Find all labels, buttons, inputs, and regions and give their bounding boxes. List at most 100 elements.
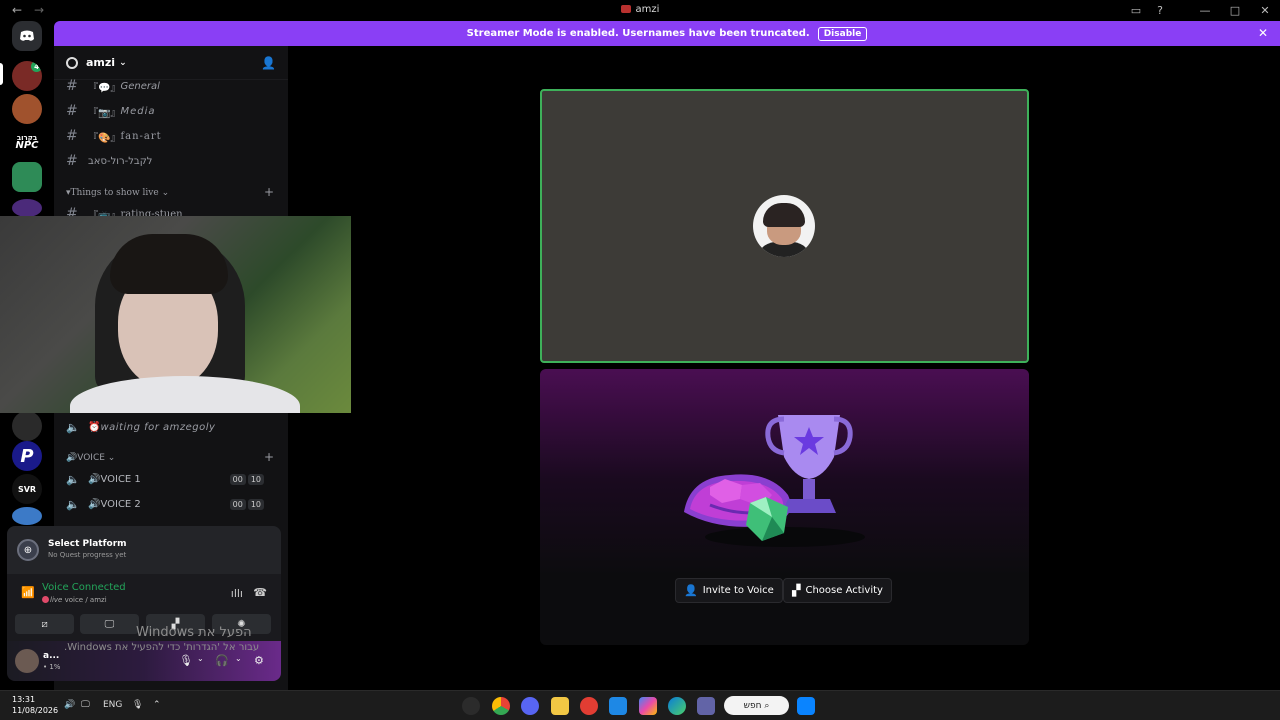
screen-share-button[interactable]: 🖵 <box>80 614 139 634</box>
hash-icon: # <box>66 128 78 144</box>
user-limit: 10 <box>247 473 264 485</box>
voice-channel-waiting[interactable]: 🔈 ⏰ waiting for amzegoly <box>66 418 215 436</box>
channel-item[interactable]: # 『📷』 Media <box>66 102 156 120</box>
participant-tile[interactable] <box>540 89 1029 363</box>
file-explorer-icon[interactable] <box>551 697 569 715</box>
quest-platform-icon: ⊕ <box>17 539 39 561</box>
server-icon-2[interactable] <box>12 94 42 124</box>
server-icon-game[interactable] <box>12 162 42 192</box>
help-icon[interactable]: ? <box>1148 0 1172 21</box>
category-label: Things to show live <box>70 188 159 198</box>
channel-item[interactable]: # 『🎨』 fan-art <box>66 127 162 145</box>
server-icon-svr[interactable]: SVR <box>12 474 42 504</box>
noise-suppression-icon[interactable]: ıllı <box>231 587 243 600</box>
channel-name: General <box>120 80 160 92</box>
voice-status[interactable]: Voice Connected <box>42 582 126 593</box>
webcam-overlay <box>0 216 351 413</box>
teams-icon[interactable] <box>697 697 715 715</box>
server-icon-9[interactable] <box>12 507 42 525</box>
close-banner-icon[interactable]: ✕ <box>1258 26 1268 40</box>
channel-name: waiting for amzegoly <box>100 421 216 433</box>
voice-channel-1[interactable]: 🔈 🔊 VOICE 1 00 10 <box>66 470 276 488</box>
headphones-icon[interactable]: 🎧 <box>215 654 229 667</box>
clock[interactable]: 13:31 11/08/2026 <box>12 694 58 716</box>
channel-item[interactable]: # לקבל-רול-סאב <box>66 152 152 170</box>
server-icon-6[interactable] <box>12 411 42 441</box>
choose-activity-button[interactable]: ▞ Choose Activity <box>783 578 892 603</box>
windows-start-icon[interactable] <box>797 697 815 715</box>
taskbar-search[interactable]: חפש ⌕ <box>724 696 789 715</box>
windows-taskbar: 13:31 11/08/2026 🔊 🖵 ENG 🎙 ⌃ חפש ⌕ <box>0 690 1280 720</box>
camera-toggle-button[interactable]: ⧄ <box>15 614 74 634</box>
user-status: • 1% <box>43 663 61 671</box>
streamer-mode-banner: Streamer Mode is enabled. Usernames have… <box>54 21 1280 46</box>
voice-channel-2[interactable]: 🔈 🔊 VOICE 2 00 10 <box>66 495 276 513</box>
disconnect-icon[interactable]: ☎ <box>253 586 267 599</box>
add-voice-channel-icon[interactable]: + <box>264 450 274 464</box>
quest-subtitle: No Quest progress yet <box>48 551 127 559</box>
add-member-icon[interactable]: 👤 <box>261 56 276 70</box>
chrome-icon[interactable] <box>492 697 510 715</box>
title-bar: ← → amzi ▭ ? — □ ✕ <box>0 0 1280 21</box>
channel-item[interactable]: # 『💬』 General <box>66 77 160 95</box>
voice-channel-label: live <box>50 596 63 604</box>
clock-time: 13:31 <box>12 695 36 704</box>
minimize-icon[interactable]: — <box>1190 0 1220 21</box>
user-limit-badge: 00 10 <box>229 498 264 510</box>
discord-app: ← → amzi ▭ ? — □ ✕ 4 בקרוב NPC P SVR Stre… <box>0 0 1280 690</box>
category-label: VOICE <box>77 453 105 463</box>
hair-shape <box>110 234 228 294</box>
channel-name: VOICE 2 <box>100 498 141 510</box>
voice-channel-path[interactable]: live voice / amzi <box>42 596 107 604</box>
discord-home-icon[interactable] <box>12 21 42 51</box>
steam-icon[interactable] <box>462 697 480 715</box>
category-things-live[interactable]: ▾Things to show live ⌄ <box>66 188 169 198</box>
activity-tile: 👤 Invite to Voice ▞ Choose Activity <box>540 369 1029 645</box>
server-icon-5[interactable] <box>12 199 42 217</box>
network-icon[interactable]: 🖵 <box>81 700 90 710</box>
settings-gear-icon[interactable]: ⚙ <box>254 654 264 667</box>
add-channel-icon[interactable]: + <box>264 185 274 199</box>
disable-streamer-button[interactable]: Disable <box>817 26 868 41</box>
speaker-icon: 🔈 <box>66 497 80 511</box>
invite-to-voice-button[interactable]: 👤 Invite to Voice <box>675 578 783 603</box>
activation-watermark-text: עבור אל 'הגדרות' כדי להפעיל את Windows. <box>64 642 260 653</box>
username[interactable]: a... <box>43 651 59 661</box>
app-icon-red[interactable] <box>580 697 598 715</box>
inbox-icon[interactable]: ▭ <box>1124 0 1148 21</box>
category-voice[interactable]: 🔊VOICE ⌄ <box>66 453 115 463</box>
channel-name: VOICE 1 <box>100 473 141 485</box>
speaker-icon: 🔈 <box>66 420 80 434</box>
channel-name: fan-art <box>120 130 162 142</box>
avatar[interactable] <box>15 649 39 673</box>
active-server-pill <box>0 63 3 85</box>
channel-name: Media <box>120 105 156 117</box>
signal-icon[interactable]: 📶 <box>21 586 35 599</box>
quest-panel[interactable]: ⊕ Select Platform No Quest progress yet <box>7 526 281 574</box>
banner-text: Streamer Mode is enabled. Usernames have… <box>466 28 810 39</box>
server-icon-npc[interactable]: בקרוב NPC <box>12 127 42 157</box>
participant-avatar <box>753 195 815 257</box>
channel-prefix: 🔊 <box>88 498 101 510</box>
add-user-icon: 👤 <box>684 584 698 597</box>
chevron-down-icon[interactable]: ⌄ <box>197 654 204 663</box>
chevron-down-icon[interactable]: ⌄ <box>235 654 242 663</box>
server-label-2: NPC <box>15 140 39 151</box>
server-icon-amzi[interactable]: 4 <box>12 61 42 91</box>
server-icon-p[interactable]: P <box>12 441 42 471</box>
maximize-icon[interactable]: □ <box>1220 0 1250 21</box>
discord-taskbar-icon[interactable] <box>521 697 539 715</box>
edge-icon[interactable] <box>668 697 686 715</box>
chevron-up-icon[interactable]: ⌃ <box>153 700 161 710</box>
notification-badge: 4 <box>31 61 42 72</box>
volume-icon[interactable]: 🔊 <box>64 700 75 710</box>
copilot-icon[interactable] <box>639 697 657 715</box>
server-header[interactable]: amzi ⌄ 👤 <box>54 46 288 80</box>
close-icon[interactable]: ✕ <box>1250 0 1280 21</box>
app-icon-blue[interactable] <box>609 697 627 715</box>
language-indicator[interactable]: ENG <box>103 700 122 710</box>
mic-tray-icon[interactable]: 🎙 <box>132 700 143 710</box>
activation-watermark-title: הפעל את Windows <box>136 625 252 640</box>
microphone-icon[interactable]: 🎙 <box>179 654 193 667</box>
search-icon: ⌕ <box>764 700 770 711</box>
